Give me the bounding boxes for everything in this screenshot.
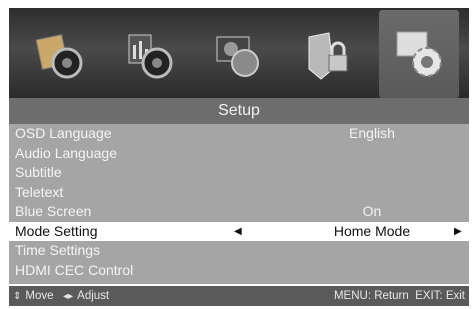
menu-item-audio-language[interactable]: Audio Language bbox=[9, 144, 469, 164]
menu-icon-bar bbox=[9, 8, 469, 98]
channel-tab[interactable] bbox=[199, 16, 279, 94]
setup-tab[interactable] bbox=[379, 10, 459, 98]
menu-item-subtitle[interactable]: Subtitle bbox=[9, 163, 469, 183]
menu-item-time-settings[interactable]: Time Settings bbox=[9, 241, 469, 261]
menu-item-mode-setting[interactable]: Mode Setting ◀ Home Mode ▶ bbox=[9, 221, 469, 242]
menu-item-label: Subtitle bbox=[15, 164, 62, 180]
lock-tab[interactable] bbox=[289, 16, 369, 94]
menu-item-label: Mode Setting bbox=[15, 222, 98, 239]
menu-item-osd-language[interactable]: OSD Language English bbox=[9, 124, 469, 144]
adjust-hint: Adjust bbox=[77, 290, 110, 302]
arrow-right-icon[interactable]: ▶ bbox=[454, 222, 462, 242]
menu-title: Setup bbox=[9, 98, 469, 124]
picture-icon bbox=[35, 34, 83, 79]
menu-item-value: On bbox=[362, 203, 382, 219]
menu-item-hdmi-cec-control[interactable]: HDMI CEC Control bbox=[9, 261, 469, 281]
lock-icon bbox=[308, 32, 348, 80]
menu-item-value: English bbox=[349, 125, 395, 141]
settings-list: OSD Language English Audio Language Subt… bbox=[9, 124, 469, 284]
picture-tab[interactable] bbox=[19, 16, 99, 94]
arrow-left-icon[interactable]: ◀ bbox=[234, 222, 242, 242]
left-right-arrow-icon: ◂▸ bbox=[63, 291, 74, 302]
move-hint: Move bbox=[25, 290, 54, 302]
gear-icon bbox=[396, 31, 442, 77]
menu-item-label: Teletext bbox=[15, 183, 64, 200]
exit-hint: EXIT: Exit bbox=[415, 290, 465, 302]
sound-tab[interactable] bbox=[109, 16, 189, 94]
menu-item-label: Blue Screen bbox=[15, 203, 92, 219]
menu-item-blue-screen[interactable]: Blue Screen On bbox=[9, 202, 469, 222]
footer-hints-left: ⇕ Move ◂▸ Adjust bbox=[13, 286, 109, 307]
footer-hints-right: MENU: Return EXIT: Exit bbox=[334, 286, 465, 306]
menu-item-value: Home Mode bbox=[333, 222, 411, 239]
menu-item-teletext[interactable]: Teletext bbox=[9, 183, 469, 203]
menu-item-label: HDMI CEC Control bbox=[15, 261, 134, 278]
menu-item-label: Time Settings bbox=[15, 242, 101, 258]
up-down-arrow-icon: ⇕ bbox=[13, 291, 22, 302]
menu-item-label: OSD Language bbox=[15, 125, 112, 141]
menu-item-label: Audio Language bbox=[15, 144, 117, 161]
osd-menu: Setup OSD Language English Audio Languag… bbox=[9, 8, 469, 306]
sound-icon bbox=[128, 34, 173, 79]
footer-hint-bar: ⇕ Move ◂▸ Adjust MENU: Return EXIT: Exit bbox=[9, 286, 469, 306]
channel-icon bbox=[216, 36, 259, 77]
menu-return-hint: MENU: Return bbox=[333, 290, 409, 302]
